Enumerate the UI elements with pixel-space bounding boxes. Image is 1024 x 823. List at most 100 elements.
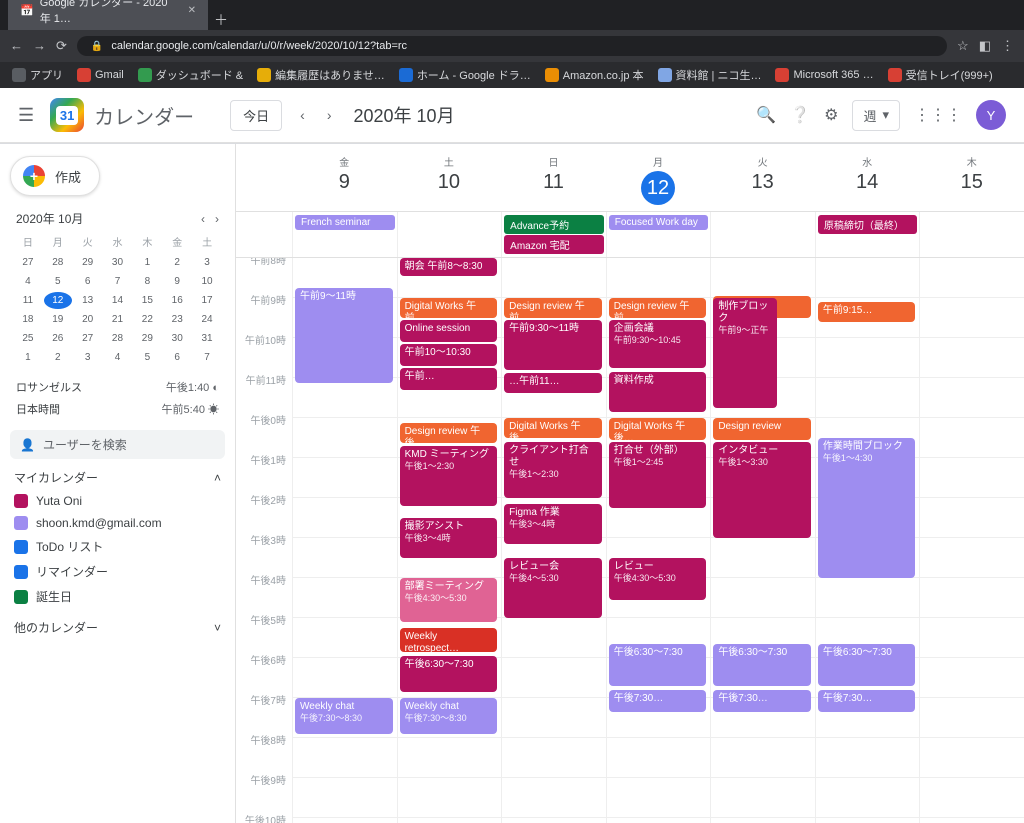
mini-cal-day[interactable]: 1 [14, 349, 42, 366]
calendar-event[interactable]: 朝会 午前8〜8:30 [400, 258, 498, 276]
week-grid[interactable]: 午前8時午前9時午前10時午前11時午後0時午後1時午後2時午後3時午後4時午後… [236, 258, 1024, 823]
calendar-event[interactable]: 資料作成 [609, 372, 707, 412]
mini-cal-day[interactable]: 31 [193, 330, 221, 347]
day-header[interactable]: 土10 [397, 144, 502, 211]
day-column[interactable]: Design review 午前…企画会議午前9:30〜10:45資料作成Dig… [606, 258, 711, 823]
allday-cell[interactable] [919, 212, 1024, 257]
calendar-event[interactable]: Digital Works 午後… [504, 418, 602, 438]
calendar-event[interactable]: Figma 作業午後3〜4時 [504, 504, 602, 544]
account-avatar[interactable]: Y [976, 100, 1006, 130]
mini-cal-day[interactable]: 4 [104, 349, 132, 366]
mini-cal-day[interactable]: 4 [14, 273, 42, 290]
back-icon[interactable]: ← [10, 38, 23, 54]
other-calendars-header[interactable]: 他のカレンダー ˅ [14, 619, 221, 636]
calendar-event[interactable]: Design review 午前… [504, 298, 602, 318]
mini-cal-day[interactable]: 23 [163, 311, 191, 328]
calendar-event[interactable]: 午後7:30… [609, 690, 707, 712]
mini-cal-day[interactable]: 5 [44, 273, 72, 290]
calendar-event[interactable]: 午前… [400, 368, 498, 390]
mini-cal-day[interactable]: 28 [104, 330, 132, 347]
calendar-checkbox[interactable] [14, 494, 28, 508]
calendar-event[interactable]: インタビュー午後1〜3:30 [713, 442, 811, 538]
mini-cal-day[interactable]: 25 [14, 330, 42, 347]
day-header[interactable]: 金9 [292, 144, 397, 211]
calendar-event[interactable]: 部署ミーティング午後4:30〜5:30 [400, 578, 498, 622]
day-header[interactable]: 木15 [919, 144, 1024, 211]
day-header[interactable]: 月12 [606, 144, 711, 211]
bookmark-item[interactable]: Microsoft 365 … [775, 68, 873, 82]
calendar-event[interactable]: Weekly chat午後7:30〜8:30 [400, 698, 498, 734]
extensions-icon[interactable]: ◧ [979, 38, 991, 54]
calendar-event[interactable]: 午前9:15… [818, 302, 916, 322]
bookmark-item[interactable]: Gmail [77, 68, 124, 82]
allday-event[interactable]: Amazon 宅配 [504, 235, 604, 254]
allday-event[interactable]: 原稿締切（最終） [818, 215, 918, 234]
mini-cal-day[interactable]: 6 [74, 273, 102, 290]
mini-cal-day[interactable]: 9 [163, 273, 191, 290]
bookmark-item[interactable]: 受信トレイ(999+) [888, 67, 993, 83]
mini-cal-day[interactable]: 12 [44, 292, 72, 309]
calendar-event[interactable]: 午後6:30〜7:30 [609, 644, 707, 686]
day-header[interactable]: 水14 [815, 144, 920, 211]
day-header[interactable]: 日11 [501, 144, 606, 211]
day-column[interactable]: 午前9…制作ブロック午前9〜正午Design reviewインタビュー午後1〜3… [710, 258, 815, 823]
calendar-event[interactable]: 午後6:30〜7:30 [400, 656, 498, 692]
mini-cal-day[interactable]: 17 [193, 292, 221, 309]
calendar-event[interactable]: Design review [713, 418, 811, 440]
calendar-checkbox[interactable] [14, 565, 28, 579]
next-period-icon[interactable]: › [323, 103, 336, 127]
calendar-event[interactable]: 作業時間ブロック午後1〜4:30 [818, 438, 916, 578]
day-header[interactable]: 火13 [710, 144, 815, 211]
help-icon[interactable]: ❔ [790, 105, 810, 125]
calendar-event[interactable]: レビュー会午後4〜5:30 [504, 558, 602, 618]
calendar-event[interactable]: 制作ブロック午前9〜正午 [713, 298, 777, 408]
calendar-event[interactable]: 午後6:30〜7:30 [818, 644, 916, 686]
mini-cal-day[interactable]: 10 [193, 273, 221, 290]
day-column[interactable]: 午前9〜11時Weekly chat午後7:30〜8:30 [292, 258, 397, 823]
view-selector[interactable]: 週 ▾ [852, 100, 900, 131]
my-calendars-header[interactable]: マイカレンダー ˄ [14, 469, 221, 486]
mini-cal-day[interactable]: 27 [74, 330, 102, 347]
settings-icon[interactable]: ⚙ [824, 105, 838, 125]
mini-cal-day[interactable]: 3 [193, 254, 221, 271]
allday-cell[interactable] [397, 212, 502, 257]
allday-cell[interactable] [710, 212, 815, 257]
star-icon[interactable]: ☆ [957, 38, 969, 54]
bookmark-item[interactable]: 編集履歴はありませ… [257, 67, 385, 83]
mini-cal-day[interactable]: 3 [74, 349, 102, 366]
mini-cal-day[interactable]: 21 [104, 311, 132, 328]
allday-event[interactable]: Advance予約 [504, 215, 604, 234]
mini-next-icon[interactable]: › [215, 212, 219, 226]
mini-cal-day[interactable]: 16 [163, 292, 191, 309]
mini-cal-day[interactable]: 5 [133, 349, 161, 366]
allday-cell[interactable]: 原稿締切（最終） [815, 212, 920, 257]
calendar-event[interactable]: 午前9〜11時 [295, 288, 393, 383]
today-button[interactable]: 今日 [230, 100, 282, 131]
calendar-event[interactable]: …午前11… [504, 373, 602, 393]
mini-prev-icon[interactable]: ‹ [201, 212, 205, 226]
mini-cal-day[interactable]: 15 [133, 292, 161, 309]
mini-cal-day[interactable]: 6 [163, 349, 191, 366]
mini-cal-day[interactable]: 1 [133, 254, 161, 271]
mini-cal-day[interactable]: 19 [44, 311, 72, 328]
bookmark-item[interactable]: ホーム - Google ドラ… [399, 67, 531, 83]
mini-cal-day[interactable]: 30 [104, 254, 132, 271]
calendar-event[interactable]: 午後7:30… [818, 690, 916, 712]
prev-period-icon[interactable]: ‹ [296, 103, 309, 127]
mini-cal-day[interactable]: 14 [104, 292, 132, 309]
menu-icon[interactable]: ⋮ [1001, 38, 1014, 54]
calendar-event[interactable]: 午前9:30〜11時 [504, 320, 602, 370]
calendar-event[interactable]: 午後6:30〜7:30 [713, 644, 811, 686]
calendar-list-item[interactable]: Yuta Oni [10, 490, 225, 512]
calendar-event[interactable]: Weekly retrospect… [400, 628, 498, 652]
mini-cal-day[interactable]: 2 [163, 254, 191, 271]
day-column[interactable]: 午前9:15… 作業時間ブロック午後1〜4:30 午後6:30〜7:30 午後7:30… [815, 258, 920, 823]
mini-cal-day[interactable]: 24 [193, 311, 221, 328]
allday-event[interactable]: Focused Work day [609, 215, 709, 230]
menu-icon[interactable]: ☰ [18, 105, 34, 126]
calendar-event[interactable]: Digital Works 午後… [609, 418, 707, 440]
mini-cal-day[interactable]: 29 [133, 330, 161, 347]
mini-cal-day[interactable]: 2 [44, 349, 72, 366]
mini-cal-day[interactable]: 11 [14, 292, 42, 309]
mini-cal-day[interactable]: 26 [44, 330, 72, 347]
